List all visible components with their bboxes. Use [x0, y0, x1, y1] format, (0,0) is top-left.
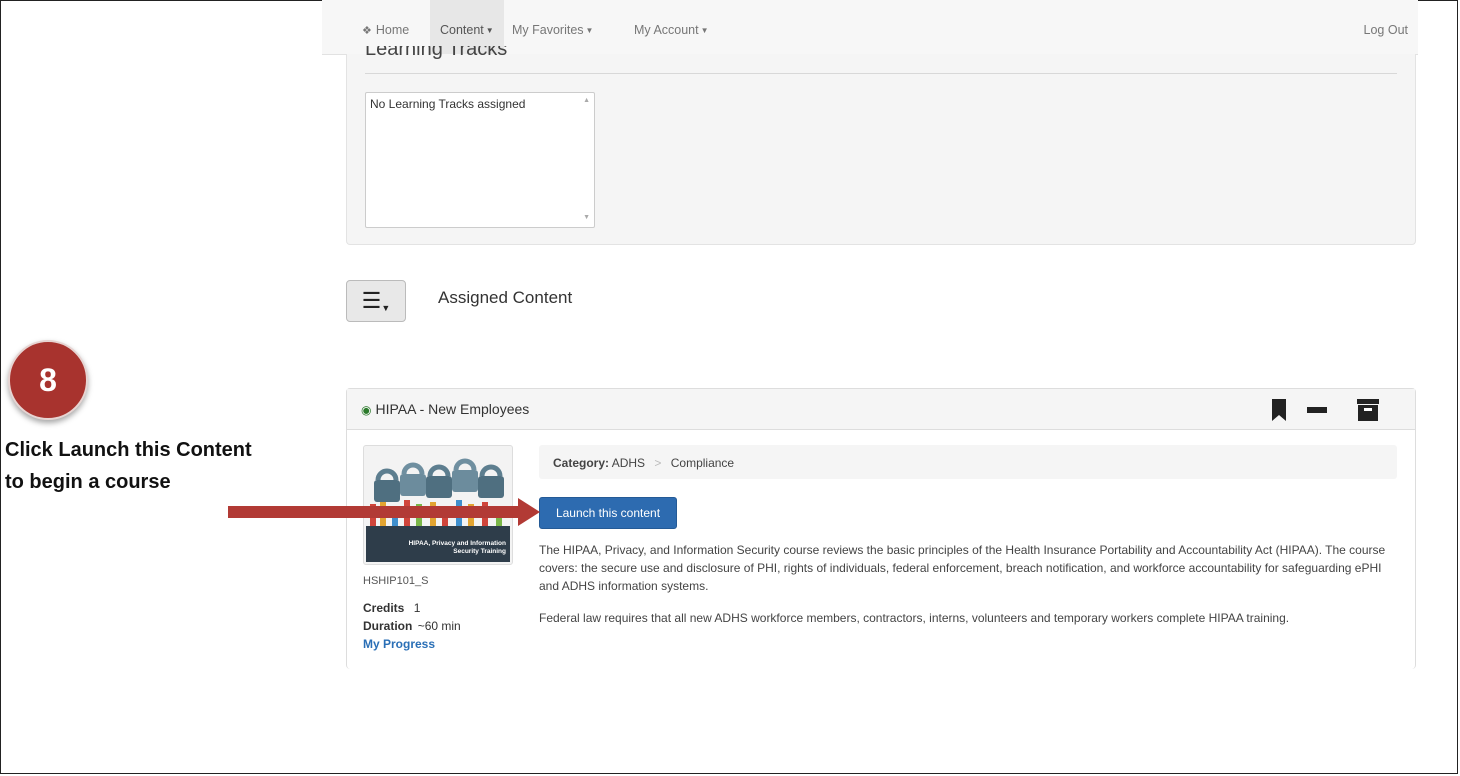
category-breadcrumb: Category: ADHS > Compliance	[539, 445, 1397, 479]
learning-tracks-title: Learning Tracks	[365, 46, 508, 60]
learning-tracks-panel: Learning Tracks No Learning Tracks assig…	[346, 46, 1416, 245]
learning-tracks-empty-text: No Learning Tracks assigned	[370, 97, 526, 111]
my-progress-link[interactable]: My Progress	[363, 637, 435, 651]
nav-favorites-menu[interactable]: My Favorites ▼	[502, 0, 603, 54]
assigned-content-title: Assigned Content	[438, 288, 573, 307]
pointer-arrow	[228, 506, 522, 518]
caret-down-icon: ▼	[485, 26, 494, 35]
scroll-up-arrow-icon[interactable]: ▲	[583, 97, 590, 104]
list-icon: ☰	[361, 288, 382, 313]
step-number-badge: 8	[8, 340, 88, 420]
nav-logout[interactable]: Log Out	[1354, 0, 1418, 54]
category-child[interactable]: Compliance	[671, 456, 734, 470]
category-parent[interactable]: ADHS	[612, 456, 645, 470]
pointer-arrow-head	[518, 498, 540, 526]
caret-down-icon: ▼	[381, 303, 391, 313]
course-panel: ◉ HIPAA - New Employees HIPAA, Privacy a…	[346, 388, 1416, 669]
home-icon: ❖	[362, 25, 372, 37]
thumbnail-caption: HIPAA, Privacy and Information Security …	[408, 540, 506, 555]
launch-content-button[interactable]: Launch this content	[539, 497, 677, 529]
course-requirement-note: Federal law requires that all new ADHS w…	[539, 611, 1290, 625]
scroll-down-arrow-icon[interactable]: ▼	[583, 214, 590, 221]
caret-down-icon: ▼	[700, 26, 709, 35]
learning-tracks-list[interactable]: No Learning Tracks assigned ▲ ▼	[365, 92, 595, 228]
bookmark-icon[interactable]	[1271, 399, 1287, 421]
credits-row: Credits 1	[363, 601, 421, 615]
status-circle-icon: ◉	[361, 403, 372, 417]
course-heading: ◉ HIPAA - New Employees	[347, 389, 1415, 430]
course-title[interactable]: ◉ HIPAA - New Employees	[361, 401, 529, 417]
nav-account-menu[interactable]: My Account ▼	[624, 0, 719, 54]
course-description: The HIPAA, Privacy, and Information Secu…	[539, 543, 1386, 593]
collapse-minus-icon[interactable]	[1307, 407, 1327, 413]
divider	[365, 73, 1397, 74]
archive-icon[interactable]	[1357, 399, 1379, 421]
caret-down-icon: ▼	[585, 26, 594, 35]
duration-row: Duration ~60 min	[363, 619, 461, 633]
course-thumbnail[interactable]: HIPAA, Privacy and Information Security …	[363, 445, 513, 565]
course-code: HSHIP101_S	[363, 575, 429, 587]
breadcrumb-separator: >	[654, 456, 662, 470]
list-view-toggle-button[interactable]: ☰▼	[346, 280, 406, 322]
instruction-text: Click Launch this Content to begin a cou…	[5, 439, 252, 493]
